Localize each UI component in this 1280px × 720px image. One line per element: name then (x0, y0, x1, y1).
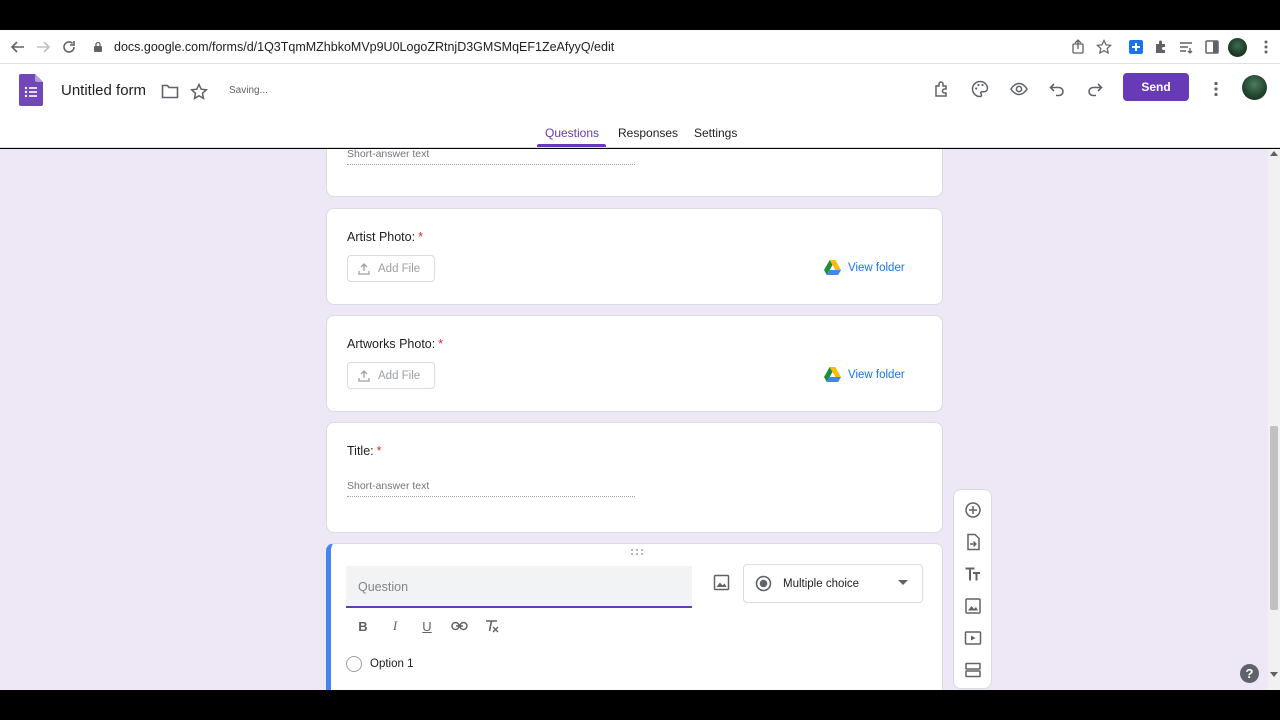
question-card-title[interactable]: Title: * Short-answer text (326, 422, 943, 533)
google-drive-icon (824, 367, 841, 382)
question-label: Title: * (347, 444, 382, 458)
address-bar[interactable]: docs.google.com/forms/d/1Q3TqmMZhbkoMVp9… (92, 35, 1122, 59)
scroll-down-arrow-icon[interactable] (1270, 672, 1278, 677)
tab-settings[interactable]: Settings (694, 126, 737, 140)
back-icon[interactable] (8, 37, 28, 57)
add-video-icon[interactable] (963, 628, 983, 648)
option-label[interactable]: Option 1 (370, 658, 413, 670)
send-button[interactable]: Send (1123, 73, 1189, 101)
add-image-icon[interactable] (713, 574, 730, 591)
redo-icon[interactable] (1084, 78, 1106, 100)
question-title: Artworks Photo: (347, 337, 436, 351)
view-folder-label: View folder (848, 368, 905, 381)
drag-handle-icon[interactable] (629, 548, 645, 556)
google-forms-logo-icon[interactable] (19, 74, 43, 106)
lock-icon (94, 41, 102, 52)
add-file-label: Add File (378, 369, 421, 382)
text-format-toolbar: B I U (353, 616, 501, 638)
profile-avatar[interactable] (1228, 38, 1247, 57)
bookmark-star-icon[interactable] (1094, 37, 1114, 57)
add-file-button: Add File (347, 362, 435, 389)
scroll-thumb[interactable] (1270, 426, 1278, 610)
import-questions-icon[interactable] (963, 532, 983, 552)
browser-menu-icon[interactable] (1256, 37, 1276, 57)
add-file-label: Add File (378, 262, 421, 275)
forward-icon[interactable] (33, 37, 53, 57)
add-ons-icon[interactable] (931, 78, 953, 100)
add-file-button: Add File (347, 255, 435, 282)
tab-responses[interactable]: Responses (618, 126, 678, 140)
add-items-toolbar (953, 489, 992, 689)
link-icon[interactable] (449, 616, 469, 636)
question-card-artist-photo[interactable]: Artist Photo: * Add File View folder (326, 208, 943, 305)
upload-icon (358, 262, 370, 275)
option-row[interactable]: Option 1 (346, 656, 413, 672)
saving-status: Saving... (229, 85, 268, 96)
required-asterisk: * (376, 444, 382, 458)
share-icon[interactable] (1068, 37, 1088, 57)
question-title: Artist Photo: (347, 230, 416, 244)
more-options-icon[interactable] (1205, 78, 1227, 100)
question-card-artworks-photo[interactable]: Artworks Photo: * Add File View folder (326, 315, 943, 412)
add-question-icon[interactable] (963, 500, 983, 520)
extension-plus-icon[interactable] (1126, 37, 1146, 57)
form-editor-canvas: Short-answer text Artist Photo: * Add Fil… (0, 149, 1280, 690)
folder-icon[interactable] (161, 83, 179, 99)
question-card-partial[interactable]: Short-answer text (326, 149, 943, 197)
add-image-icon[interactable] (963, 596, 983, 616)
reload-icon[interactable] (59, 37, 79, 57)
active-tab-indicator (537, 144, 606, 147)
dropdown-arrow-icon (898, 580, 908, 585)
side-panel-icon[interactable] (1202, 37, 1222, 57)
forms-header: Untitled form Saving... Send Questions R… (0, 64, 1280, 148)
extensions-puzzle-icon[interactable] (1151, 37, 1171, 57)
browser-toolbar: docs.google.com/forms/d/1Q3TqmMZhbkoMVp9… (0, 30, 1280, 64)
bold-icon[interactable]: B (353, 616, 373, 636)
question-label: Artist Photo: * (347, 230, 423, 244)
question-label: Artworks Photo: * (347, 337, 443, 351)
url-text: docs.google.com/forms/d/1Q3TqmMZhbkoMVp9… (114, 40, 615, 54)
clear-formatting-icon[interactable] (481, 616, 501, 636)
star-icon[interactable] (190, 83, 208, 100)
question-type-label: Multiple choice (783, 577, 860, 590)
view-folder-link[interactable]: View folder (824, 260, 905, 275)
user-avatar[interactable] (1242, 75, 1267, 100)
form-title[interactable]: Untitled form (61, 82, 146, 99)
question-title: Title: (347, 444, 374, 458)
short-answer-placeholder: Short-answer text (347, 480, 635, 497)
italic-icon[interactable]: I (385, 616, 405, 636)
underline-icon[interactable]: U (417, 616, 437, 636)
google-drive-icon (824, 260, 841, 275)
page-scrollbar[interactable] (1268, 149, 1280, 690)
short-answer-placeholder: Short-answer text (347, 149, 635, 165)
add-title-icon[interactable] (963, 564, 983, 584)
add-section-icon[interactable] (963, 660, 983, 680)
required-asterisk: * (418, 230, 423, 244)
radio-button-checked-icon (755, 575, 772, 592)
reading-list-icon[interactable] (1176, 37, 1196, 57)
customize-theme-icon[interactable] (969, 78, 991, 100)
view-folder-link[interactable]: View folder (824, 367, 905, 382)
radio-button-icon (346, 656, 362, 672)
view-folder-label: View folder (848, 261, 905, 274)
preview-eye-icon[interactable] (1008, 78, 1030, 100)
tab-questions[interactable]: Questions (545, 126, 599, 140)
question-card-active[interactable]: Question Multiple choice B I U Option 1 (326, 543, 943, 690)
top-black-bar (0, 0, 1280, 30)
undo-icon[interactable] (1046, 78, 1068, 100)
upload-icon (358, 369, 370, 382)
form-tabs: Questions Responses Settings (0, 126, 1280, 148)
bottom-black-bar (0, 690, 1280, 720)
question-input[interactable]: Question (346, 566, 692, 608)
question-type-dropdown[interactable]: Multiple choice (743, 564, 923, 603)
screen: docs.google.com/forms/d/1Q3TqmMZhbkoMVp9… (0, 0, 1280, 720)
scroll-up-arrow-icon[interactable] (1270, 151, 1278, 156)
required-asterisk: * (438, 337, 444, 351)
help-icon[interactable]: ? (1240, 664, 1259, 683)
